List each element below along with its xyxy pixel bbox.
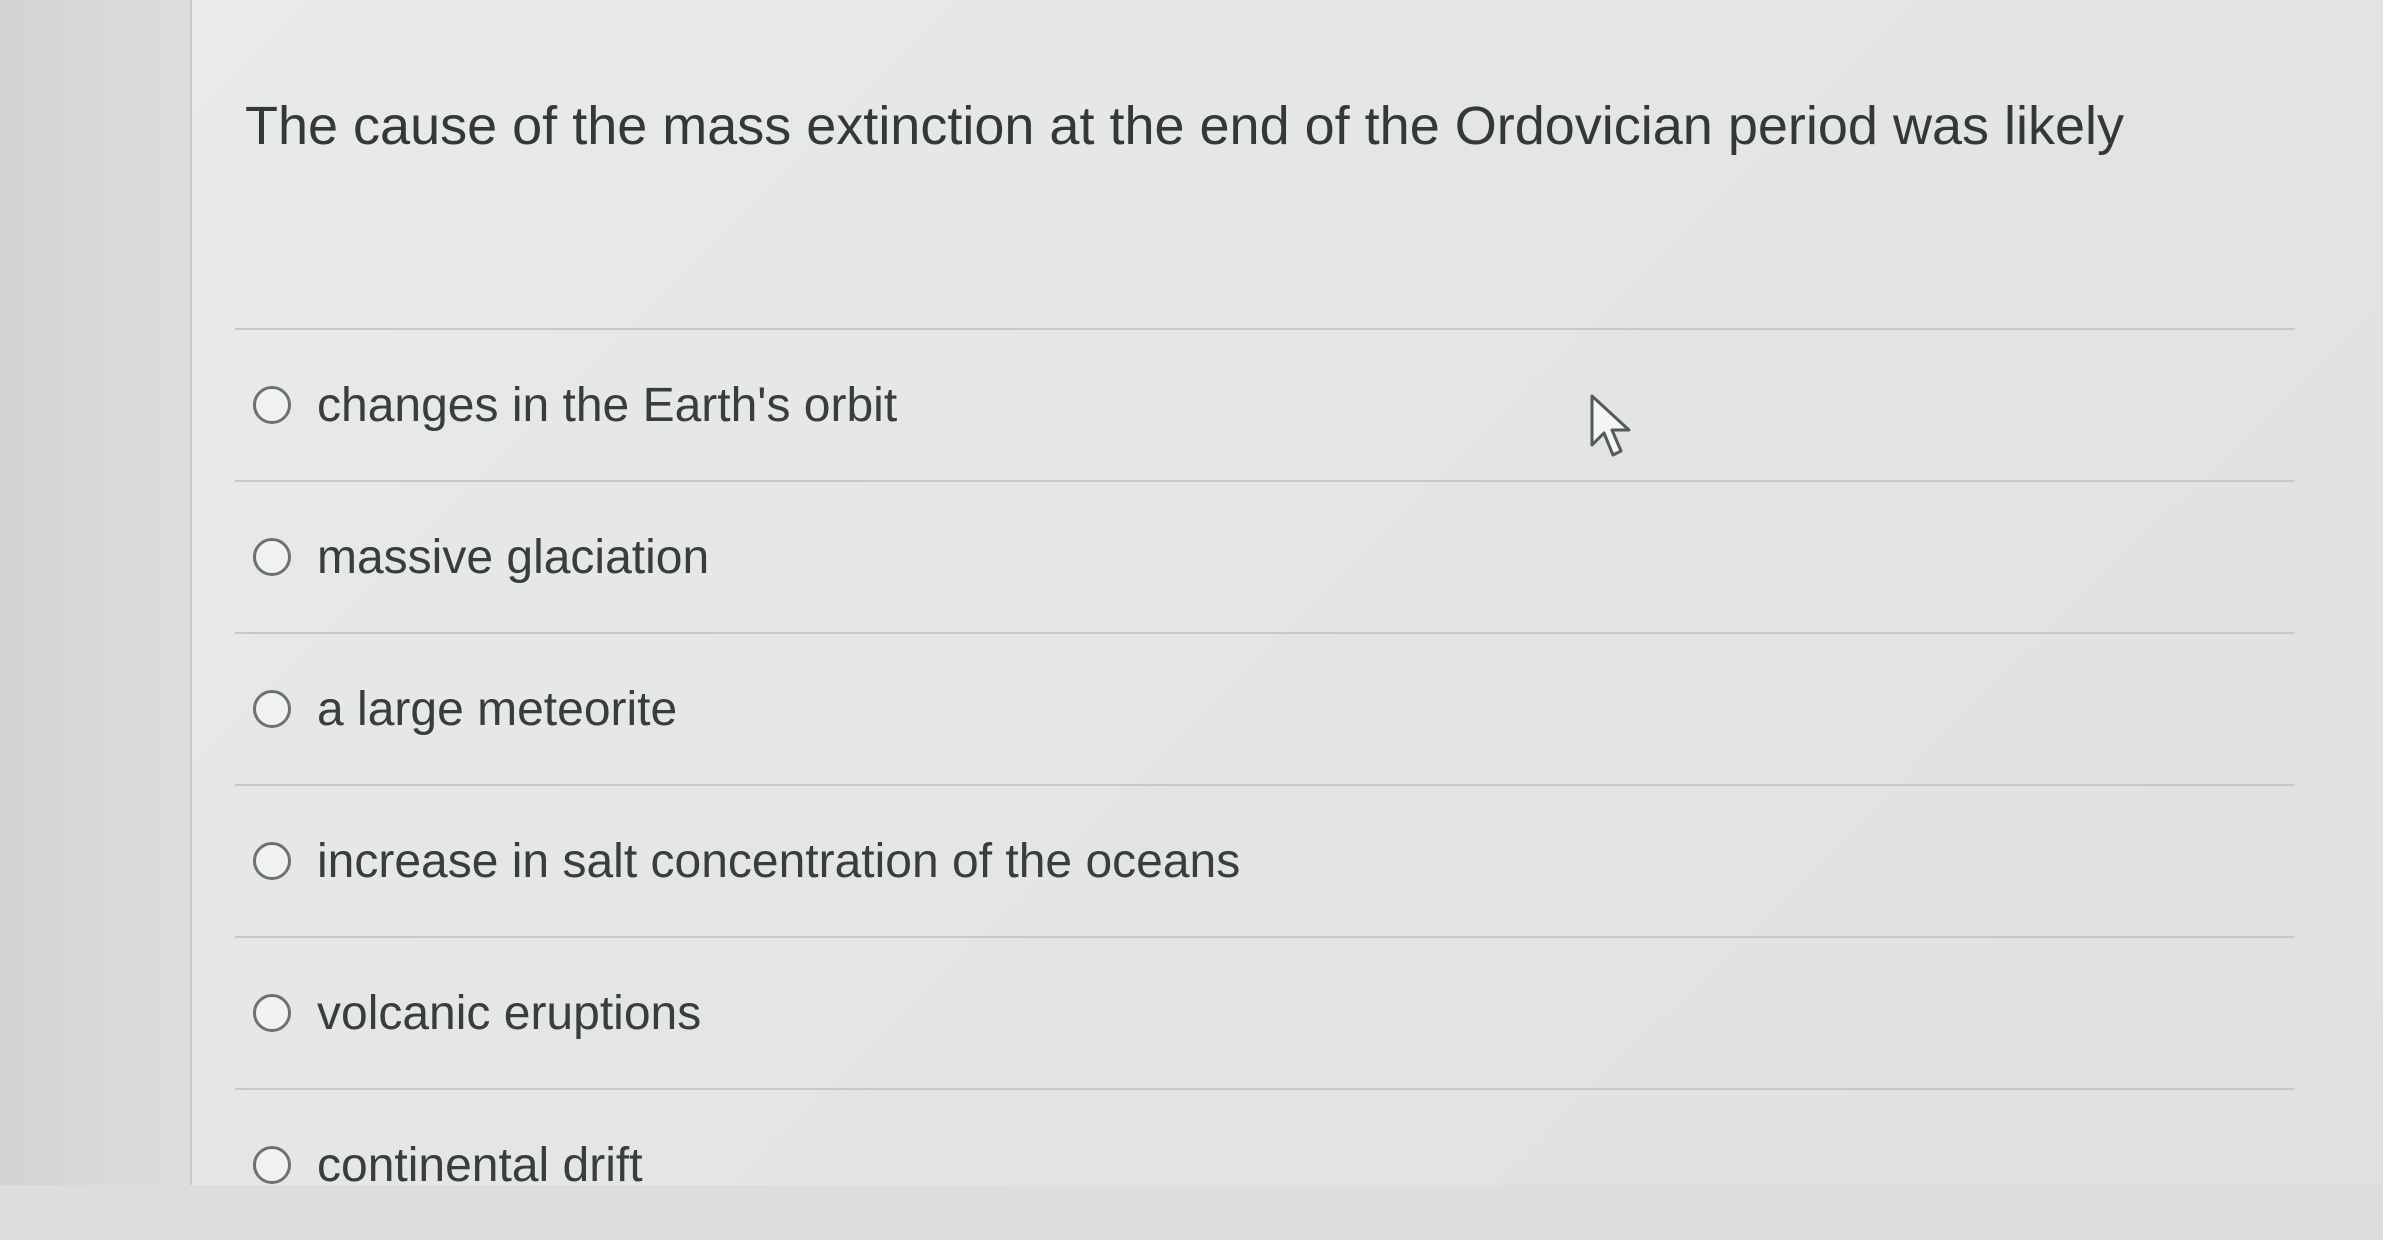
answer-option-label: changes in the Earth's orbit [317,378,898,432]
radio-unchecked-icon[interactable] [253,842,291,880]
radio-unchecked-icon[interactable] [253,690,291,728]
mouse-pointer-icon [1590,394,1631,457]
radio-unchecked-icon[interactable] [253,538,291,576]
answer-option-label: volcanic eruptions [317,986,702,1040]
radio-unchecked-icon[interactable] [253,994,291,1032]
question-text: The cause of the mass extinction at the … [245,96,2125,156]
page-margin [0,0,190,1185]
answer-option[interactable]: increase in salt concentration of the oc… [235,786,2295,938]
answer-option[interactable]: massive glaciation [235,482,2295,634]
answer-option[interactable]: continental drift [235,1090,2295,1240]
answer-option-label: massive glaciation [317,530,710,584]
answer-options-list: changes in the Earth's orbit massive gla… [235,328,2295,1240]
answer-option[interactable]: volcanic eruptions [235,938,2295,1090]
answer-option-label: a large meteorite [317,682,678,736]
answer-option-label: increase in salt concentration of the oc… [317,834,1241,888]
radio-unchecked-icon[interactable] [253,386,291,424]
answer-option[interactable]: a large meteorite [235,634,2295,786]
radio-unchecked-icon[interactable] [253,1146,291,1184]
answer-option[interactable]: changes in the Earth's orbit [235,330,2295,482]
answer-option-label: continental drift [317,1138,643,1192]
